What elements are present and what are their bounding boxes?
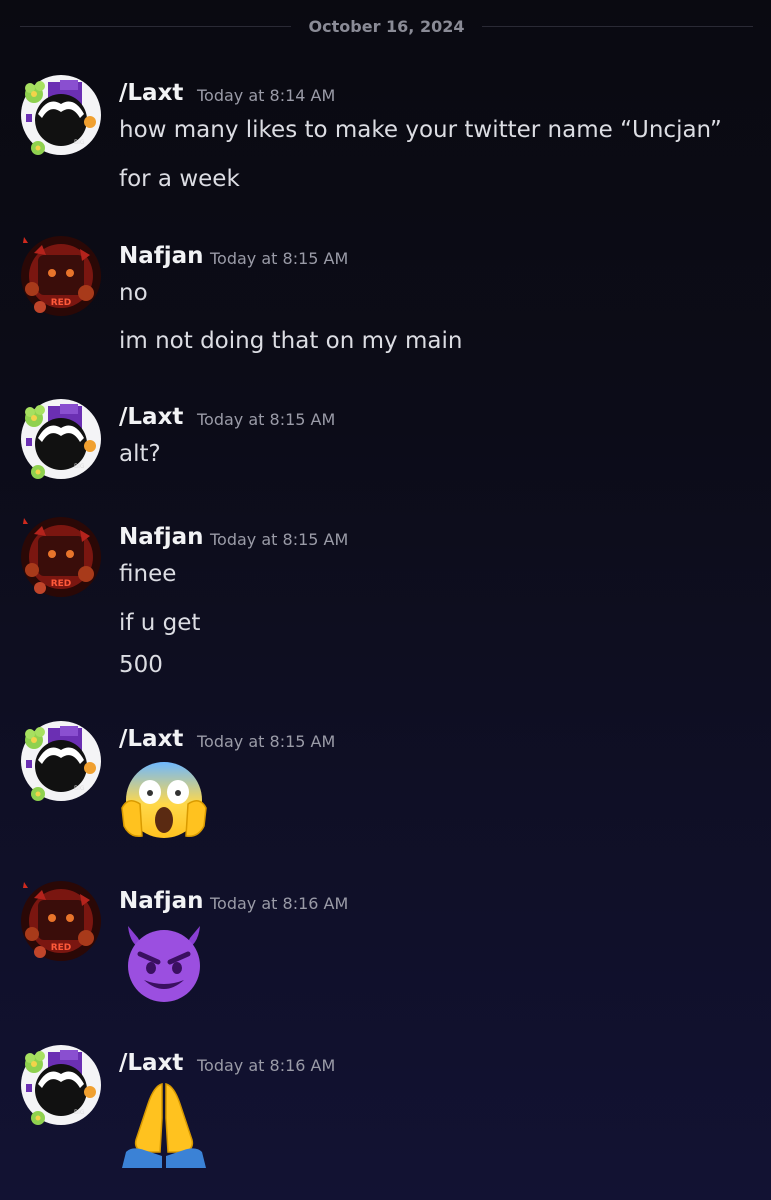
message-text: no <box>119 280 148 306</box>
svg-text:RED: RED <box>51 298 72 308</box>
username[interactable]: Nafjan <box>119 243 204 269</box>
date-divider-label: October 16, 2024 <box>308 16 465 36</box>
message-text: for a week <box>119 166 240 192</box>
face-screaming-in-fear-emoji <box>118 756 210 848</box>
svg-text:BIG: BIG <box>74 139 85 146</box>
timestamp: Today at 8:15 AM <box>197 732 336 751</box>
timestamp: Today at 8:14 AM <box>197 86 336 105</box>
timestamp: Today at 8:16 AM <box>197 1056 336 1075</box>
message-text: how many likes to make your twitter name… <box>119 117 722 143</box>
timestamp: Today at 8:15 AM <box>210 249 349 268</box>
message-text: alt? <box>119 441 161 467</box>
nafjan-avatar[interactable]: RED <box>20 516 102 598</box>
svg-text:BIG: BIG <box>74 1109 85 1116</box>
divider-line-left <box>20 25 291 27</box>
message-text: if u get <box>119 610 201 636</box>
svg-text:RED: RED <box>51 579 72 589</box>
svg-text:BIG: BIG <box>74 463 85 470</box>
smiling-face-with-horns-emoji <box>118 916 210 1008</box>
timestamp: Today at 8:15 AM <box>210 530 349 549</box>
nafjan-avatar[interactable]: RED <box>20 235 102 317</box>
username[interactable]: /Laxt <box>119 404 183 430</box>
timestamp: Today at 8:15 AM <box>197 410 336 429</box>
svg-text:BIG: BIG <box>74 785 85 792</box>
username[interactable]: /Laxt <box>119 1050 183 1076</box>
laxt-avatar[interactable]: BIG <box>20 74 102 156</box>
date-divider: October 16, 2024 <box>20 14 753 38</box>
nafjan-avatar[interactable]: RED <box>20 880 102 962</box>
laxt-avatar[interactable]: BIG <box>20 398 102 480</box>
username[interactable]: Nafjan <box>119 524 204 550</box>
message-text: 500 <box>119 652 163 678</box>
message-text: im not doing that on my main <box>119 328 463 354</box>
svg-text:RED: RED <box>51 943 72 953</box>
username[interactable]: /Laxt <box>119 726 183 752</box>
message-text: finee <box>119 561 177 587</box>
laxt-avatar[interactable]: BIG <box>20 1044 102 1126</box>
username[interactable]: Nafjan <box>119 888 204 914</box>
divider-line-right <box>482 25 753 27</box>
laxt-avatar[interactable]: BIG <box>20 720 102 802</box>
timestamp: Today at 8:16 AM <box>210 894 349 913</box>
chat-view: October 16, 2024 BIG /Laxt Today at 8:14… <box>0 0 771 1200</box>
folded-hands-emoji <box>118 1078 210 1170</box>
username[interactable]: /Laxt <box>119 80 183 106</box>
